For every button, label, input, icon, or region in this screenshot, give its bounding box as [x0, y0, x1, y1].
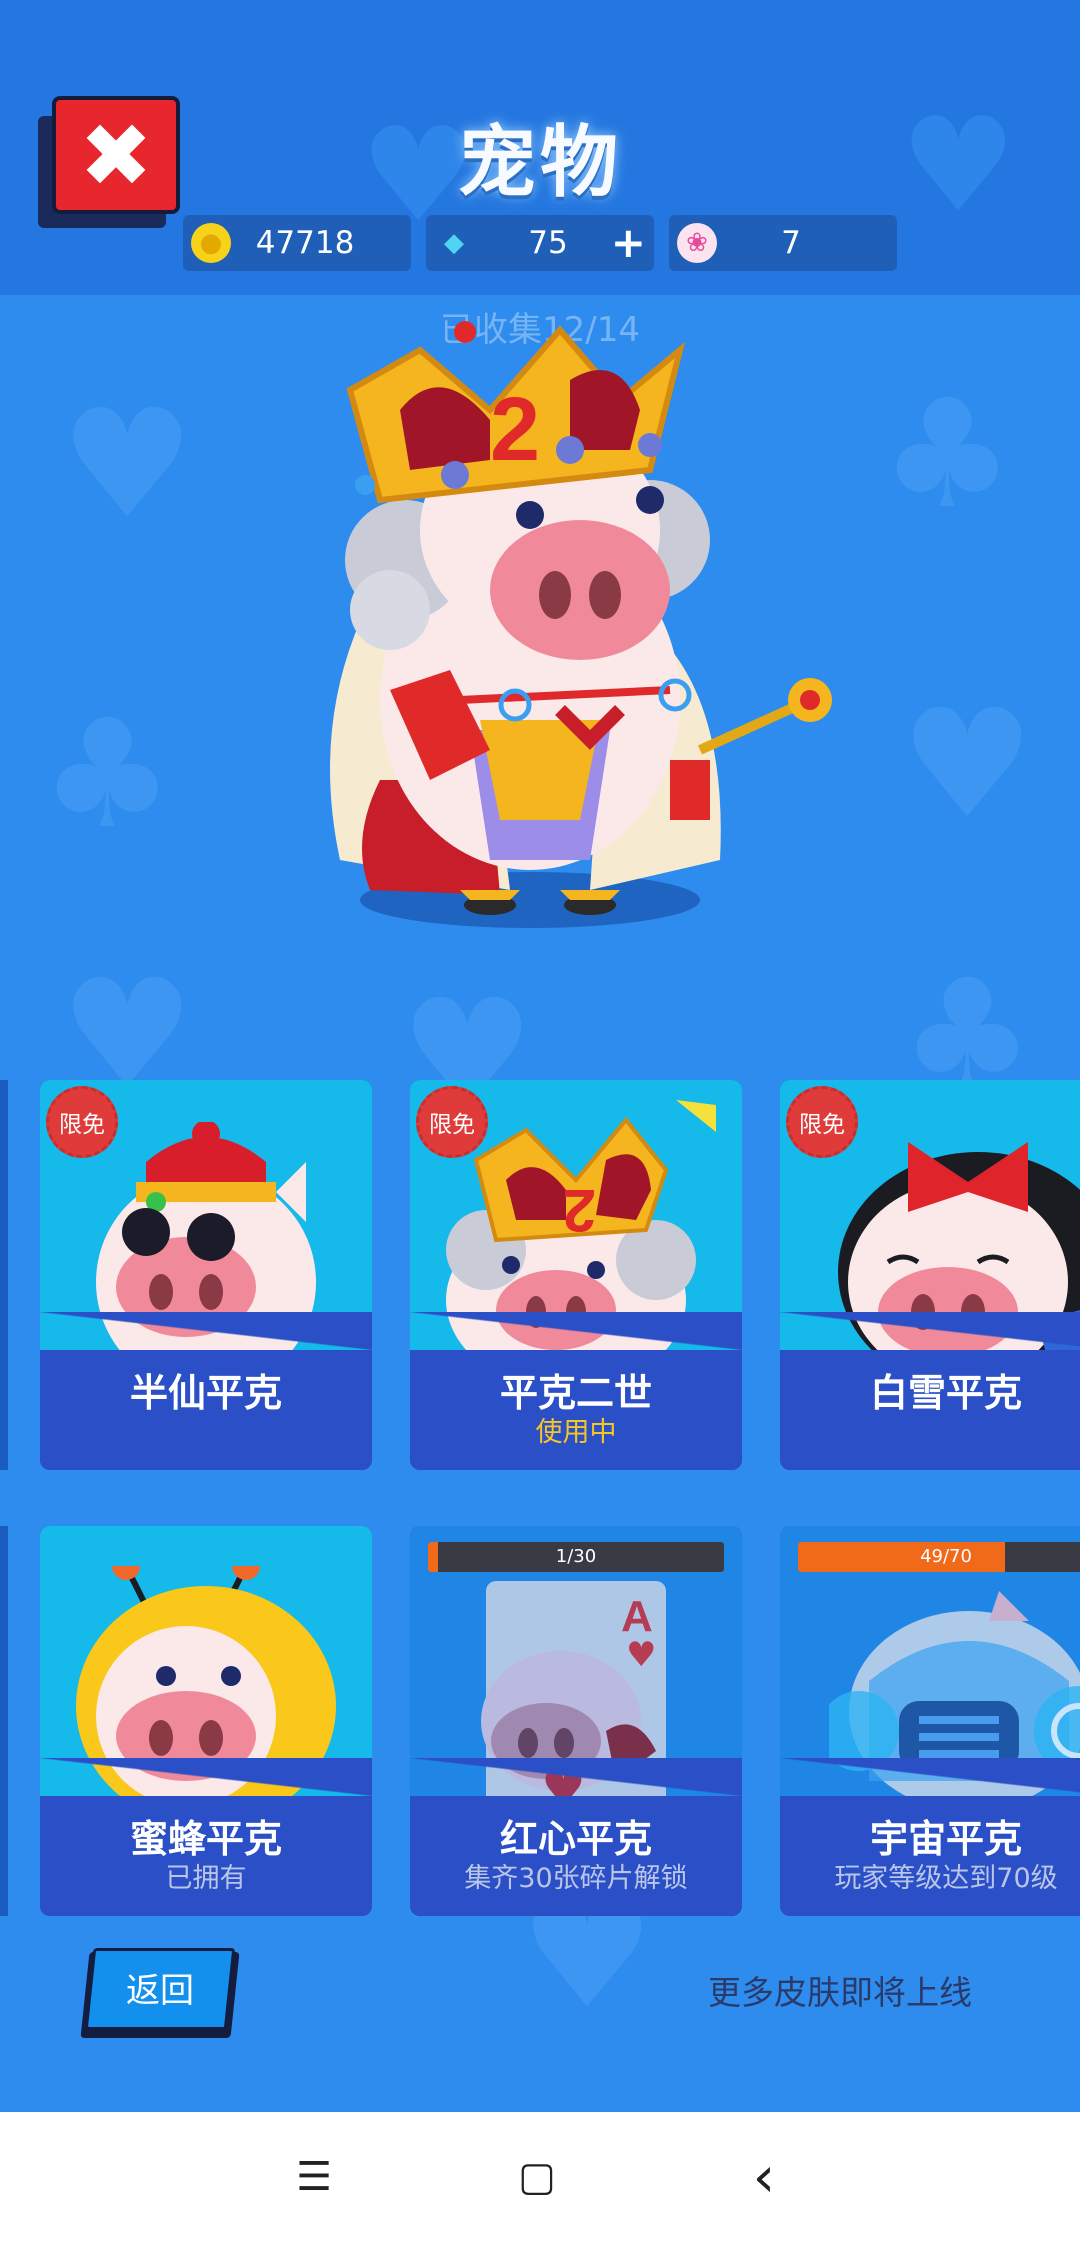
skin-grid: 限免 半仙平克 2 限免 平克二世 使用中 限免 白雪平克 蜜蜂平克 已拥有 A… [0, 1080, 1080, 1930]
skin-status: 已拥有 [165, 1863, 247, 1894]
skin-card-king[interactable]: 2 限免 平克二世 使用中 [410, 1080, 742, 1470]
skin-card-heart[interactable]: A ♥ ♥ 1/30 红心平克 集齐30张碎片解锁 [410, 1526, 742, 1916]
bunny-decoration-icon: ♣ [880, 368, 1015, 542]
heart-decoration-icon: ♥ [900, 678, 1035, 852]
skin-status: 使用中 [535, 1417, 617, 1448]
bunny-decoration-icon: ♣ [40, 688, 175, 862]
system-navigation-bar: ☰ ▢ ‹ [0, 2112, 1080, 2244]
svg-text:2: 2 [490, 380, 540, 480]
skin-name: 红心平克 [499, 1817, 652, 1861]
page-title: 宠物 [457, 118, 622, 208]
free-badge: 限免 [46, 1086, 118, 1158]
coin-counter: ● 47718 [183, 215, 411, 271]
skin-art [40, 1526, 372, 1796]
free-badge: 限免 [786, 1086, 858, 1158]
skin-name: 白雪平克 [869, 1371, 1022, 1415]
level-progress-bar: 49/70 [798, 1542, 1080, 1572]
coin-value: 47718 [255, 225, 355, 261]
progress-text: 49/70 [920, 1546, 972, 1567]
skin-name: 蜜蜂平克 [129, 1817, 282, 1861]
skin-card-cosmic[interactable]: 49/70 宇宙平克 玩家等级达到70级 [780, 1526, 1080, 1916]
shard-progress-bar: 1/30 [428, 1542, 724, 1572]
skin-card-bee[interactable]: 蜜蜂平克 已拥有 [40, 1526, 372, 1916]
skin-art: A ♥ ♥ 1/30 [410, 1526, 742, 1796]
coming-soon-text: 更多皮肤即将上线 [708, 1973, 972, 2012]
add-diamond-button[interactable]: + [611, 215, 646, 271]
close-icon: ✖ [79, 103, 153, 207]
skin-card-banxian[interactable]: 限免 半仙平克 [40, 1080, 372, 1470]
back-button[interactable]: 返回 [80, 1948, 240, 2038]
pet-king-illustration: 2 [330, 321, 832, 928]
skin-art: 49/70 [780, 1526, 1080, 1796]
progress-text: 1/30 [555, 1546, 597, 1567]
diamond-counter: ◆ 75 + [426, 215, 654, 271]
svg-text:A: A [621, 1592, 653, 1641]
card-edge-left [0, 1526, 8, 1916]
menu-icon[interactable]: ☰ [274, 2142, 354, 2212]
back-button-label: 返回 [126, 1971, 194, 2011]
skin-name: 半仙平克 [129, 1371, 282, 1415]
diamond-value: 75 [528, 225, 568, 261]
lotus-icon: ❀ [677, 223, 717, 263]
coin-icon: ● [191, 223, 231, 263]
svg-text:2: 2 [563, 1177, 596, 1244]
card-edge-left [0, 1080, 8, 1470]
skin-name: 宇宙平克 [869, 1817, 1022, 1861]
skin-status: 玩家等级达到70级 [834, 1863, 1058, 1894]
heart-decoration-icon: ♥ [900, 89, 1017, 241]
heart-decoration-icon: ♥ [60, 378, 195, 552]
svg-text:♥: ♥ [626, 1635, 656, 1675]
skin-card-snowwhite[interactable]: 限免 白雪平克 [780, 1080, 1080, 1470]
lotus-counter: ❀ 7 [669, 215, 897, 271]
lotus-value: 7 [781, 225, 801, 261]
back-nav-icon[interactable]: ‹ [724, 2142, 804, 2212]
diamond-icon: ◆ [444, 228, 464, 258]
free-badge: 限免 [416, 1086, 488, 1158]
home-icon[interactable]: ▢ [497, 2142, 577, 2212]
skin-name: 平克二世 [499, 1371, 652, 1415]
close-button[interactable]: ✖ [38, 96, 180, 228]
close-button-face: ✖ [52, 96, 180, 214]
skin-status: 集齐30张碎片解锁 [464, 1863, 688, 1894]
